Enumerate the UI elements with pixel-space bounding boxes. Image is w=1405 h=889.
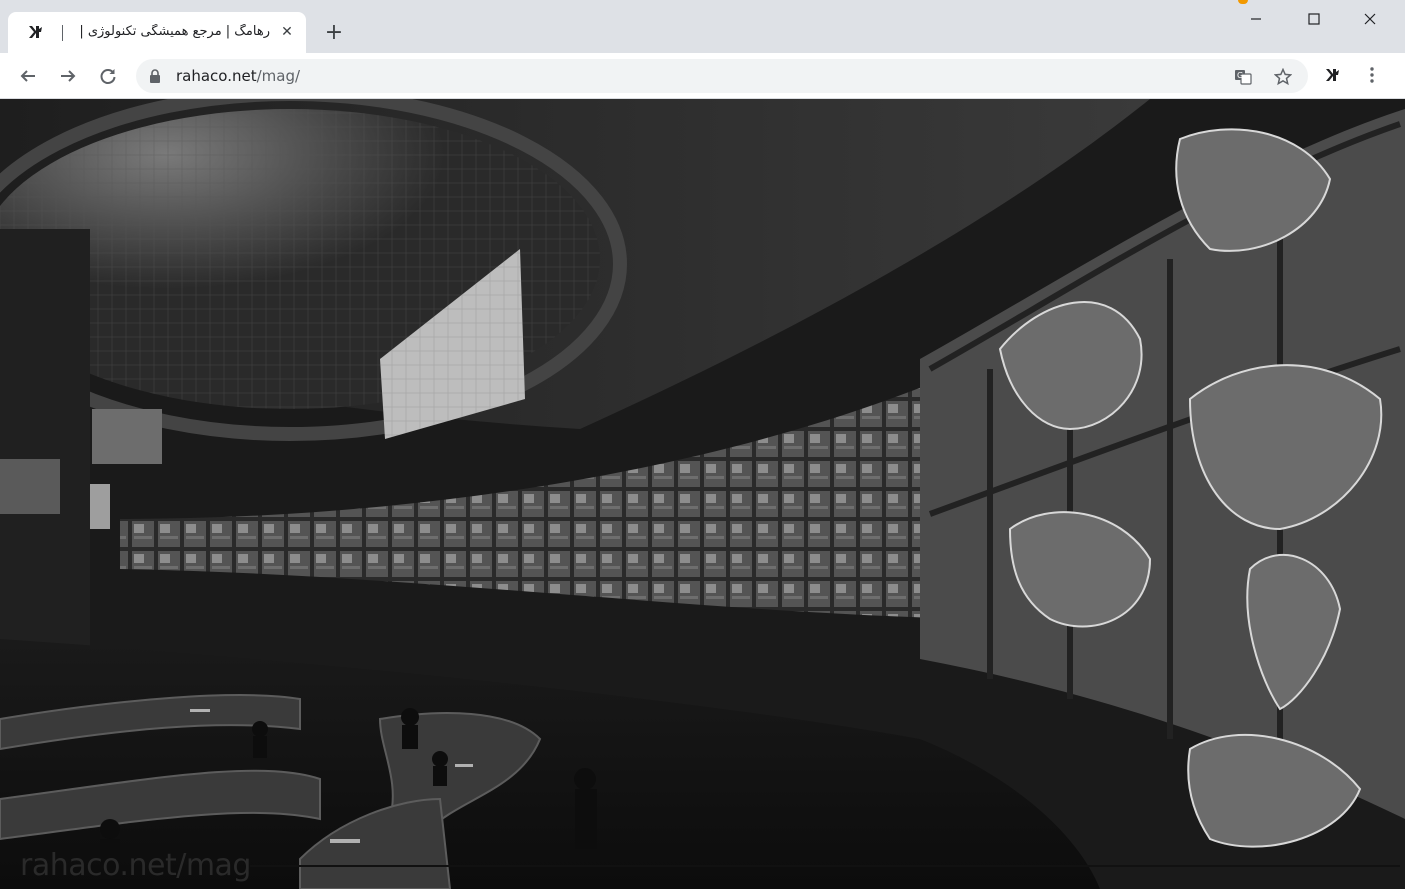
browser-tab[interactable]: رهامگ | مرجع همیشگی تکنولوژی | ✕ (8, 12, 306, 53)
rahaco-logo-icon (29, 26, 42, 38)
translate-icon: G (1235, 70, 1252, 85)
watermark-underline (250, 865, 1400, 867)
tab-separator (62, 25, 63, 41)
star-icon (1274, 68, 1292, 86)
new-tab-button[interactable]: + (322, 20, 346, 45)
maximize-button[interactable] (1294, 6, 1334, 32)
tab-strip: رهامگ | مرجع همیشگی تکنولوژی | ✕ + (0, 0, 1405, 53)
translate-button[interactable]: G (1232, 66, 1254, 88)
minimize-button[interactable] (1236, 6, 1276, 32)
tab-close-button[interactable]: ✕ (278, 23, 296, 41)
page-viewport: rahaco.net/mag (0, 99, 1405, 889)
forward-arrow-icon (61, 70, 76, 82)
svg-text:G: G (1237, 71, 1243, 80)
url-text[interactable]: rahaco.net/mag/ (176, 67, 300, 85)
address-bar[interactable]: rahaco.net/mag/ G (136, 59, 1308, 93)
lock-icon (150, 69, 160, 83)
reload-icon (100, 69, 116, 84)
reload-button[interactable] (94, 62, 122, 90)
browser-menu-button[interactable] (1360, 63, 1384, 87)
forward-button[interactable] (54, 62, 82, 90)
kebab-menu-icon (1370, 67, 1374, 83)
extension-button[interactable] (1320, 63, 1344, 87)
browser-toolbar: rahaco.net/mag/ G (0, 53, 1405, 99)
bookmark-button[interactable] (1272, 66, 1294, 88)
tab-title: رهامگ | مرجع همیشگی تکنولوژی | (79, 24, 270, 39)
close-icon (1364, 13, 1376, 25)
minimize-icon (1251, 18, 1261, 20)
url-host: rahaco.net (176, 67, 257, 85)
profile-indicator (1238, 0, 1248, 4)
close-window-button[interactable] (1350, 6, 1390, 32)
maximize-icon (1308, 13, 1320, 25)
watermark-text: rahaco.net/mag (20, 848, 251, 883)
rahaco-extension-icon (1326, 69, 1339, 81)
back-arrow-icon (20, 70, 35, 82)
network-operations-center-photo (0, 99, 1405, 889)
back-button[interactable] (14, 62, 42, 90)
url-path: /mag/ (256, 67, 301, 85)
